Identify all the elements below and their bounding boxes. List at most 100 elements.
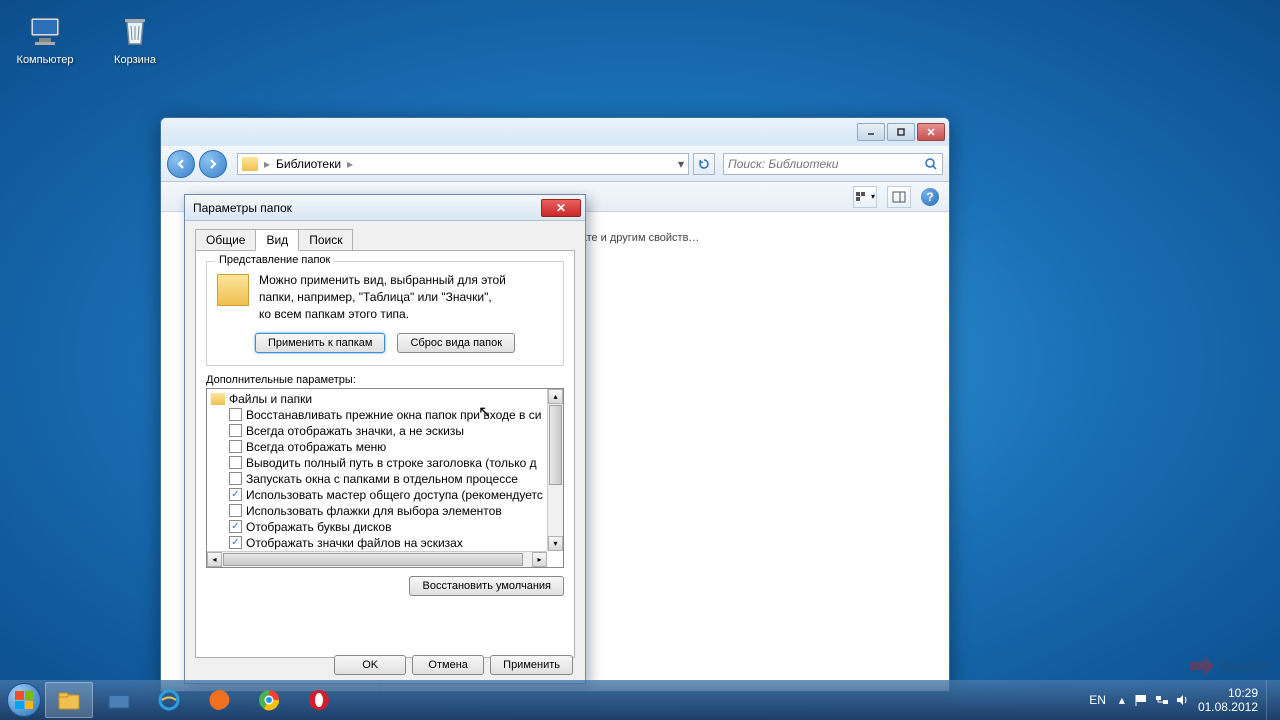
windows-logo-icon: [15, 691, 33, 709]
ok-button[interactable]: OK: [334, 655, 406, 675]
start-button[interactable]: [4, 680, 44, 720]
scroll-thumb[interactable]: [549, 405, 562, 485]
scroll-up-button[interactable]: ▴: [548, 389, 563, 404]
taskbar-item-app[interactable]: [95, 682, 143, 718]
folder-icon: [217, 274, 249, 306]
desktop-icon-label: Корзина: [100, 54, 170, 66]
desktop-icon-computer[interactable]: Компьютер: [10, 10, 80, 66]
checkbox[interactable]: [229, 536, 242, 549]
dropdown-icon[interactable]: ▾: [678, 157, 684, 171]
taskbar-item-ie[interactable]: [145, 682, 193, 718]
tree-root[interactable]: Файлы и папки: [207, 391, 563, 407]
checkbox[interactable]: [229, 504, 242, 517]
checkbox[interactable]: [229, 520, 242, 533]
dialog-close-button[interactable]: ✕: [541, 199, 581, 217]
search-input[interactable]: [728, 157, 924, 171]
tree-item[interactable]: Всегда отображать значки, а не эскизы: [207, 423, 563, 439]
scroll-right-button[interactable]: ▸: [532, 552, 547, 567]
horizontal-scrollbar[interactable]: ◂ ▸: [207, 551, 547, 567]
clock[interactable]: 10:29 01.08.2012: [1198, 686, 1258, 715]
breadcrumb-item[interactable]: Библиотеки: [276, 157, 341, 171]
tab-view[interactable]: Вид: [255, 229, 299, 251]
tree-item[interactable]: Выводить полный путь в строке заголовка …: [207, 455, 563, 471]
scroll-left-button[interactable]: ◂: [207, 552, 222, 567]
view-options-button[interactable]: ▾: [853, 186, 877, 208]
computer-icon: [25, 10, 65, 50]
tree-item-label: Всегда отображать значки, а не эскизы: [246, 424, 464, 438]
restore-defaults-button[interactable]: Восстановить умолчания: [409, 576, 564, 596]
checkbox[interactable]: [229, 472, 242, 485]
system-tray: EN ▴ 10:29 01.08.2012: [1081, 686, 1266, 715]
preview-pane-button[interactable]: [887, 186, 911, 208]
checkbox[interactable]: [229, 408, 242, 421]
tree-item-label: Отображать значки файлов на эскизах: [246, 536, 463, 550]
forward-button[interactable]: [199, 150, 227, 178]
network-icon[interactable]: [1154, 692, 1170, 708]
explorer-titlebar[interactable]: [161, 118, 949, 146]
taskbar-item-firefox[interactable]: [195, 682, 243, 718]
volume-icon[interactable]: [1174, 692, 1190, 708]
chrome-icon: [256, 687, 282, 713]
apply-button[interactable]: Применить: [490, 655, 573, 675]
firefox-icon: [206, 687, 232, 713]
ie-icon: [156, 687, 182, 713]
tree-item[interactable]: Всегда отображать меню: [207, 439, 563, 455]
language-indicator[interactable]: EN: [1089, 693, 1106, 707]
dialog-title: Параметры папок: [193, 201, 292, 215]
dialog-body: Общие Вид Поиск Представление папок Можн…: [185, 221, 585, 664]
watermark: TeachVi: [1190, 656, 1268, 676]
tree-item[interactable]: Запускать окна с папками в отдельном про…: [207, 471, 563, 487]
folder-icon: [211, 393, 225, 405]
tree-item[interactable]: Восстанавливать прежние окна папок при в…: [207, 407, 563, 423]
tree-item-label: Использовать мастер общего доступа (реко…: [246, 488, 543, 502]
desktop-icon-recycle-bin[interactable]: Корзина: [100, 10, 170, 66]
taskbar-item-opera[interactable]: [295, 682, 343, 718]
tree-item-label: Отображать буквы дисков: [246, 520, 391, 534]
checkbox[interactable]: [229, 488, 242, 501]
tree-item[interactable]: Использовать мастер общего доступа (реко…: [207, 487, 563, 503]
advanced-settings-label: Дополнительные параметры:: [206, 374, 564, 386]
back-button[interactable]: [167, 150, 195, 178]
taskbar-item-chrome[interactable]: [245, 682, 293, 718]
search-box[interactable]: [723, 153, 943, 175]
minimize-button[interactable]: [857, 123, 885, 141]
advanced-settings-tree[interactable]: Файлы и папки Восстанавливать прежние ок…: [206, 388, 564, 568]
checkbox[interactable]: [229, 440, 242, 453]
tree-item-label: Запускать окна с папками в отдельном про…: [246, 472, 518, 486]
window-icon: [106, 687, 132, 713]
tree-item-label: Всегда отображать меню: [246, 440, 386, 454]
checkbox[interactable]: [229, 456, 242, 469]
checkbox[interactable]: [229, 424, 242, 437]
folder-options-dialog: Параметры папок ✕ Общие Вид Поиск Предст…: [184, 194, 586, 684]
tab-search[interactable]: Поиск: [298, 229, 353, 251]
tree-item[interactable]: Использовать флажки для выбора элементов: [207, 503, 563, 519]
folder-views-group: Представление папок Можно применить вид,…: [206, 261, 564, 366]
scroll-down-button[interactable]: ▾: [548, 536, 563, 551]
tray-arrow-icon[interactable]: ▴: [1114, 692, 1130, 708]
opera-icon: [306, 687, 332, 713]
tree-root-label: Файлы и папки: [229, 392, 312, 406]
help-button[interactable]: ?: [921, 188, 939, 206]
vertical-scrollbar[interactable]: ▴ ▾: [547, 389, 563, 551]
show-desktop-button[interactable]: [1266, 680, 1276, 720]
apply-to-folders-button[interactable]: Применить к папкам: [255, 333, 386, 353]
watermark-text: TeachVi: [1218, 658, 1268, 674]
scroll-thumb[interactable]: [223, 553, 523, 566]
tree-item[interactable]: Отображать буквы дисков: [207, 519, 563, 535]
cancel-button[interactable]: Отмена: [412, 655, 484, 675]
flag-icon[interactable]: [1134, 692, 1150, 708]
reset-folders-button[interactable]: Сброс вида папок: [397, 333, 515, 353]
search-icon[interactable]: [924, 157, 938, 171]
tree-item[interactable]: Отображать значки файлов на эскизах: [207, 535, 563, 551]
refresh-button[interactable]: [693, 153, 715, 175]
desktop-icon-label: Компьютер: [10, 54, 80, 66]
address-bar[interactable]: ▸ Библиотеки ▸ ▾: [237, 153, 689, 175]
maximize-button[interactable]: [887, 123, 915, 141]
dialog-titlebar[interactable]: Параметры папок ✕: [185, 195, 585, 221]
group-label: Представление папок: [215, 254, 334, 266]
folder-icon: [242, 157, 258, 171]
tab-general[interactable]: Общие: [195, 229, 256, 251]
close-button[interactable]: [917, 123, 945, 141]
explorer-icon: [56, 687, 82, 713]
taskbar-item-explorer[interactable]: [45, 682, 93, 718]
